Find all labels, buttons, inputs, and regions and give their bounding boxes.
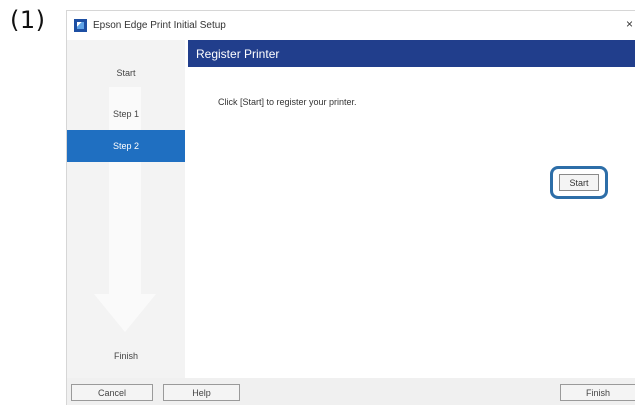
figure-step-label: (1) xyxy=(10,6,46,34)
cancel-button[interactable]: Cancel xyxy=(71,384,153,401)
sidebar-item-step-1: Step 1 xyxy=(112,109,140,119)
button-bar: Cancel Help Finish xyxy=(67,378,635,405)
sidebar-item-finish: Finish xyxy=(113,351,138,361)
finish-button[interactable]: Finish xyxy=(560,384,635,401)
help-button[interactable]: Help xyxy=(163,384,240,401)
window-title: Epson Edge Print Initial Setup xyxy=(93,20,226,31)
sidebar-item-step-2: Step 2 xyxy=(67,130,185,162)
instruction-text: Click [Start] to register your printer. xyxy=(218,97,357,107)
title-bar: Epson Edge Print Initial Setup × xyxy=(67,11,635,40)
page-header: Register Printer xyxy=(188,40,635,67)
main-content: Click [Start] to register your printer. … xyxy=(188,67,635,378)
sidebar-item-start: Start xyxy=(116,68,136,78)
start-button-highlight: Start xyxy=(550,166,608,199)
start-button[interactable]: Start xyxy=(559,174,599,191)
close-icon[interactable]: × xyxy=(626,17,635,31)
step-sidebar: Start Step 1 Step 2 Finish xyxy=(67,40,185,378)
progress-arrow-head xyxy=(94,294,156,332)
setup-window: Epson Edge Print Initial Setup × Start S… xyxy=(66,10,635,405)
epson-app-icon xyxy=(74,19,87,32)
